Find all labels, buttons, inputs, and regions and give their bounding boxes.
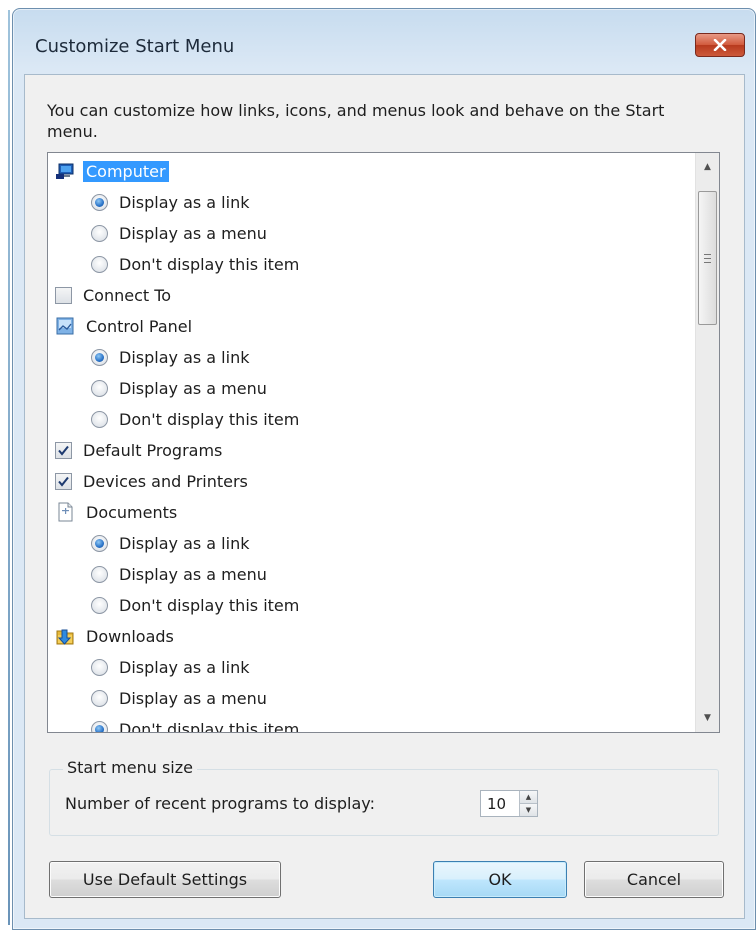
radio-option[interactable]: Don't display this item: [91, 590, 302, 620]
checkbox-option[interactable]: Default Programs: [55, 435, 225, 465]
control-panel-icon: [55, 316, 75, 336]
radio-button-checked[interactable]: [91, 193, 108, 211]
radio-button[interactable]: [91, 255, 108, 273]
radio-button-checked[interactable]: [91, 348, 108, 366]
option-label: Default Programs: [83, 440, 223, 460]
recent-programs-input[interactable]: 10: [487, 795, 506, 813]
start-menu-size-group: Start menu size Number of recent program…: [49, 758, 719, 836]
option-label: Display as a link: [119, 347, 250, 367]
checkmark-icon: [58, 445, 69, 456]
intro-text: You can customize how links, icons, and …: [47, 101, 665, 141]
option-label: Devices and Printers: [83, 471, 248, 491]
thumb-grip-icon: [704, 253, 711, 263]
radio-button-checked[interactable]: [91, 534, 108, 552]
close-icon: [713, 39, 727, 51]
radio-button[interactable]: [91, 689, 108, 707]
radio-option[interactable]: Display as a menu: [91, 218, 270, 248]
radio-option[interactable]: Display as a menu: [91, 373, 270, 403]
group-title: Start menu size: [63, 758, 197, 777]
option-label: Don't display this item: [119, 595, 300, 615]
option-label: Display as a link: [119, 657, 250, 677]
checkbox[interactable]: [55, 286, 72, 304]
radio-button[interactable]: [91, 224, 108, 242]
radio-option[interactable]: Display as a link: [91, 342, 252, 372]
radio-option[interactable]: Display as a link: [91, 652, 252, 682]
checkmark-icon: [58, 476, 69, 487]
scroll-down-button[interactable]: ▼: [696, 704, 719, 732]
option-label: Display as a link: [119, 192, 250, 212]
scroll-up-button[interactable]: ▲: [696, 153, 719, 181]
option-label: Don't display this item: [119, 409, 300, 429]
spinner-buttons: ▲ ▼: [519, 791, 537, 816]
checkbox-checked[interactable]: [55, 472, 72, 490]
spin-up-button[interactable]: ▲: [520, 791, 537, 804]
computer-icon: [55, 161, 75, 181]
option-label: Display as a menu: [119, 378, 267, 398]
radio-option[interactable]: Display as a menu: [91, 683, 270, 713]
use-default-settings-button[interactable]: Use Default Settings: [49, 861, 281, 898]
cancel-button[interactable]: Cancel: [584, 861, 724, 898]
radio-button[interactable]: [91, 565, 108, 583]
customize-start-menu-dialog: Customize Start Menu You can customize h…: [12, 8, 756, 930]
scrollbar-thumb[interactable]: [698, 191, 717, 325]
tree-category-control-panel[interactable]: Control Panel: [55, 311, 195, 341]
option-label: Documents: [86, 502, 178, 522]
documents-icon: [55, 502, 75, 522]
option-label: Display as a menu: [119, 688, 267, 708]
radio-option[interactable]: Display as a menu: [91, 559, 270, 589]
recent-programs-label: Number of recent programs to display:: [65, 794, 375, 813]
option-label: Don't display this item: [119, 719, 300, 733]
option-label: Computer: [83, 160, 169, 182]
radio-button[interactable]: [91, 379, 108, 397]
tree-category-documents[interactable]: Documents: [55, 497, 180, 527]
downloads-icon: [55, 626, 75, 646]
option-label: Don't display this item: [119, 254, 300, 274]
checkbox-checked[interactable]: [55, 441, 72, 459]
radio-option[interactable]: Don't display this item: [91, 714, 302, 733]
recent-programs-spinner[interactable]: 10 ▲ ▼: [480, 790, 538, 817]
option-label: Display as a link: [119, 533, 250, 553]
option-label: Downloads: [86, 626, 174, 646]
tree-category-computer[interactable]: Computer: [55, 156, 169, 186]
dialog-body: You can customize how links, icons, and …: [24, 74, 745, 919]
radio-option[interactable]: Display as a link: [91, 187, 252, 217]
scroll-up-arrow-icon: ▲: [704, 162, 711, 172]
radio-option[interactable]: Don't display this item: [91, 249, 302, 279]
background-window-edge: [8, 10, 10, 925]
radio-button[interactable]: [91, 658, 108, 676]
checkbox-option[interactable]: Connect To: [55, 280, 174, 310]
radio-button[interactable]: [91, 410, 108, 428]
radio-option[interactable]: Don't display this item: [91, 404, 302, 434]
option-label: Connect To: [83, 285, 172, 305]
option-label: Display as a menu: [119, 564, 267, 584]
radio-button-checked[interactable]: [91, 720, 108, 732]
chevron-down-icon: ▼: [525, 806, 532, 814]
vertical-scrollbar[interactable]: ▲ ▼: [695, 153, 719, 732]
dialog-title: Customize Start Menu: [35, 36, 235, 57]
scroll-down-arrow-icon: ▼: [704, 713, 711, 723]
start-menu-options-list[interactable]: Computer Display as a link Display as a me…: [47, 152, 720, 733]
checkbox-option[interactable]: Devices and Printers: [55, 466, 251, 496]
chevron-up-icon: ▲: [525, 793, 532, 801]
radio-option[interactable]: Display as a link: [91, 528, 252, 558]
option-label: Control Panel: [86, 316, 193, 336]
close-button[interactable]: [695, 33, 745, 57]
tree-category-downloads[interactable]: Downloads: [55, 621, 177, 651]
spin-down-button[interactable]: ▼: [520, 804, 537, 816]
ok-button[interactable]: OK: [433, 861, 567, 898]
option-label: Display as a menu: [119, 223, 267, 243]
radio-button[interactable]: [91, 596, 108, 614]
